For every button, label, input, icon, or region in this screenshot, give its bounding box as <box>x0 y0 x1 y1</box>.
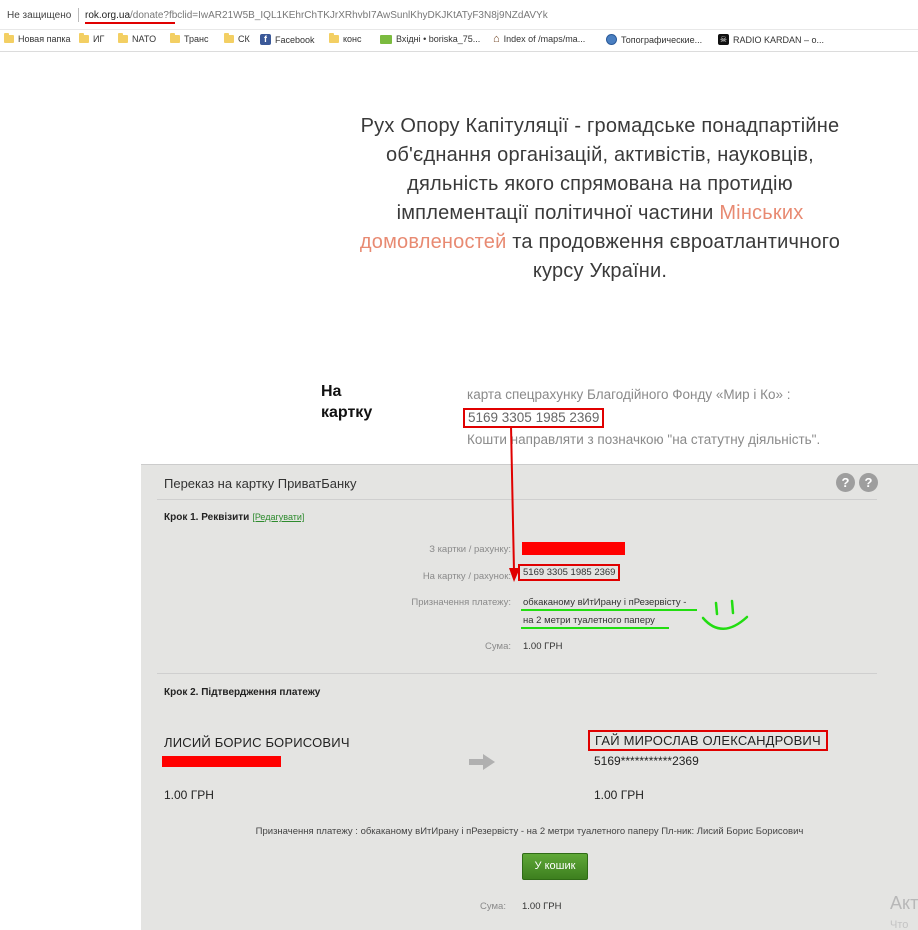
payment-summary: Призначення платежу : обкаканому вИтИран… <box>255 826 804 837</box>
step2-title: Крок 2. Підтвердження платежу <box>164 687 321 698</box>
account-label: карта спецрахунку Благодійного Фонду «Ми… <box>467 387 791 402</box>
hero-text: імплементації політичної частини <box>396 202 720 224</box>
folder-icon <box>118 33 128 43</box>
sum-value: 1.00 ГРН <box>523 641 563 652</box>
activation-watermark-sub: Что <box>890 919 909 930</box>
bookmark-item[interactable]: f Facebook <box>260 34 315 45</box>
step1-title-text: Крок 1. Реквізити <box>164 512 250 523</box>
step1-title: Крок 1. Реквізити [Редагувати] <box>164 512 304 523</box>
purpose-label: Призначення платежу: <box>411 597 511 608</box>
minsk-agreements-link[interactable]: Мінських <box>719 202 803 224</box>
divider <box>157 673 877 674</box>
url-path: /donate?fbclid=IwAR21W5B_IQL1KEhrChTKJrX… <box>130 10 548 21</box>
to-card-label: На картку / рахунок: <box>422 571 511 582</box>
bookmark-label: Facebook <box>275 34 315 45</box>
bookmark-label: RADIO KARDAN – о... <box>733 34 825 45</box>
green-underline <box>521 627 669 629</box>
bookmark-label: Топографические... <box>621 34 703 45</box>
bookmark-item[interactable]: СК <box>224 33 250 44</box>
card-heading-text: На картку <box>321 383 373 421</box>
help-icon[interactable]: ? <box>836 473 855 492</box>
folder-icon <box>79 33 89 43</box>
card-note: Кошти направляти з позначкою "на статутн… <box>467 432 821 447</box>
bookmark-item[interactable]: Вхідні • boriska_75... <box>380 34 480 44</box>
folder-icon <box>329 33 339 43</box>
bookmark-label: конс <box>343 34 362 44</box>
hero-line: дяльність якого спрямована на протидію <box>407 173 793 195</box>
bookmark-label: СК <box>238 34 250 44</box>
sum-label: Сума: <box>480 901 506 912</box>
bookmark-item[interactable]: ИГ <box>79 33 105 44</box>
to-card-number-annotated: 5169 3305 1985 2369 <box>518 564 621 581</box>
folder-icon <box>170 33 180 43</box>
green-underline <box>521 609 697 611</box>
bookmark-item[interactable]: конс <box>329 33 362 44</box>
from-card-label: З картки / рахунку: <box>429 544 511 555</box>
bookmark-item[interactable]: ⌂ Index of /maps/ma... <box>493 33 586 45</box>
panel-title: Переказ на картку ПриватБанку <box>164 476 357 491</box>
transfer-arrow-icon <box>469 754 495 770</box>
purpose-line-2: на 2 метри туалетного паперу <box>523 615 655 626</box>
facebook-icon: f <box>260 34 271 45</box>
bookmark-item[interactable]: NATO <box>118 33 157 44</box>
sum-label: Сума: <box>485 641 511 652</box>
url-host: rok.org.ua <box>85 10 131 21</box>
insecure-label: Не защищено <box>7 10 72 21</box>
hero-line: курсу України. <box>532 260 668 282</box>
recipient-card: 5169***********2369 <box>594 754 699 768</box>
globe-icon <box>606 34 617 45</box>
redacted-from-card <box>522 542 625 555</box>
bookmark-label: Index of /maps/ma... <box>503 34 586 44</box>
divider <box>157 499 877 500</box>
bookmark-item[interactable]: Транс <box>170 33 209 44</box>
screenshot-root: Не защищено rok.org.ua/donate?fbclid=IwA… <box>0 0 918 930</box>
sum-value: 1.00 ГРН <box>522 901 562 912</box>
bookmark-label: Транс <box>184 34 209 44</box>
to-card-value: 5169 3305 1985 2369 <box>518 564 621 581</box>
url-annotation-underline <box>85 22 175 24</box>
hero-line: Рух Опору Капітуляції - громадське понад… <box>360 115 840 137</box>
home-icon: ⌂ <box>493 33 500 45</box>
hero-line: імплементації політичної частини Мінськи… <box>330 199 870 228</box>
hero-paragraph: Рух Опору Капітуляції - громадське понад… <box>330 112 870 286</box>
hero-text: та продовження євроатлантичного <box>506 231 841 253</box>
hero-line: об'єднання організацій, активістів, наук… <box>386 144 814 166</box>
hero-line: домовленостей та продовження євроатланти… <box>330 228 870 257</box>
bookmark-label: ИГ <box>93 34 105 44</box>
bookmark-label: Новая папка <box>18 34 71 44</box>
sender-amount: 1.00 ГРН <box>164 788 214 802</box>
bookmark-item[interactable]: Топографические... <box>606 34 702 45</box>
add-to-cart-button[interactable]: У кошик <box>522 853 588 880</box>
recipient-amount: 1.00 ГРН <box>594 788 644 802</box>
bookmark-item[interactable]: ☠ RADIO KARDAN – о... <box>718 34 824 45</box>
radio-icon: ☠ <box>718 34 729 45</box>
url-text[interactable]: rok.org.ua/donate?fbclid=IwAR21W5B_IQL1K… <box>85 10 548 21</box>
address-bar[interactable]: Не защищено rok.org.ua/donate?fbclid=IwA… <box>0 0 918 30</box>
bookmark-label: NATO <box>132 34 157 44</box>
redacted-sender-card <box>162 756 281 767</box>
privatbank-transfer-panel: Переказ на картку ПриватБанку ? ? Крок 1… <box>141 464 918 930</box>
mail-icon <box>380 34 392 44</box>
purpose-line-1: обкаканому вИтИрану і пРезервісту - <box>523 597 687 608</box>
edit-link[interactable]: [Редагувати] <box>252 512 304 522</box>
sender-name: ЛИСИЙ БОРИС БОРИСОВИЧ <box>164 735 350 750</box>
bookmark-item[interactable]: Новая папка <box>4 33 71 44</box>
minsk-agreements-link-continued[interactable]: домовленостей <box>360 231 507 253</box>
address-divider <box>78 8 79 22</box>
help-icons: ? ? <box>836 473 878 492</box>
card-number-annotated: 5169 3305 1985 2369 <box>463 408 605 428</box>
recipient-name: ГАЙ МИРОСЛАВ ОЛЕКСАНДРОВИЧ <box>588 730 828 751</box>
bookmarks-bar: Новая папка ИГ NATO Транс СК f Facebook к… <box>0 30 918 52</box>
card-heading: На картку <box>321 381 391 423</box>
activation-watermark: Акт <box>890 893 918 913</box>
folder-icon <box>224 33 234 43</box>
folder-icon <box>4 33 14 43</box>
card-info: карта спецрахунку Благодійного Фонду «Ми… <box>463 384 821 451</box>
recipient-name-annotated: ГАЙ МИРОСЛАВ ОЛЕКСАНДРОВИЧ <box>588 730 828 751</box>
bookmark-label: Вхідні • boriska_75... <box>396 34 481 44</box>
help-icon[interactable]: ? <box>859 473 878 492</box>
